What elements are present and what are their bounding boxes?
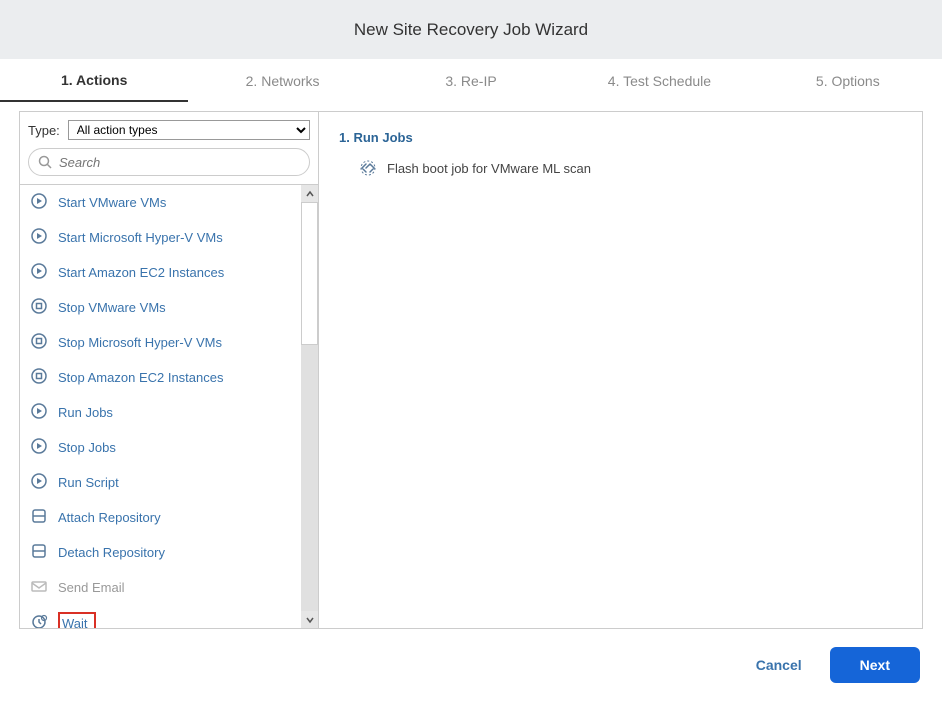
play-icon <box>30 437 48 458</box>
stop-icon <box>30 332 48 353</box>
action-item-wait[interactable]: Wait <box>20 605 318 628</box>
search-wrap[interactable] <box>28 148 310 176</box>
action-label: Attach Repository <box>58 510 161 525</box>
action-label: Stop Microsoft Hyper-V VMs <box>58 335 222 350</box>
search-input[interactable] <box>59 155 301 170</box>
mail-icon <box>30 577 48 598</box>
tab-4[interactable]: 5. Options <box>754 61 942 101</box>
action-label: Stop Jobs <box>58 440 116 455</box>
action-item-start-microsoft-hyper-v-vms[interactable]: Start Microsoft Hyper-V VMs <box>20 220 318 255</box>
action-label: Detach Repository <box>58 545 165 560</box>
play-icon <box>30 262 48 283</box>
repo-icon <box>30 507 48 528</box>
stop-icon <box>30 367 48 388</box>
cancel-button[interactable]: Cancel <box>744 649 814 681</box>
action-label: Send Email <box>58 580 124 595</box>
job-icon <box>359 159 377 177</box>
action-label: Start Microsoft Hyper-V VMs <box>58 230 223 245</box>
scroll-down-arrow[interactable] <box>301 611 318 628</box>
section-title: 1. Run Jobs <box>339 130 902 145</box>
play-icon <box>30 402 48 423</box>
action-list-container: Start VMware VMs Start Microsoft Hyper-V … <box>20 185 318 628</box>
action-label: Run Jobs <box>58 405 113 420</box>
repo-icon <box>30 542 48 563</box>
action-item-run-jobs[interactable]: Run Jobs <box>20 395 318 430</box>
play-icon <box>30 192 48 213</box>
right-panel: 1. Run Jobs Flash boot job for VMware ML… <box>319 112 922 628</box>
play-icon <box>30 227 48 248</box>
action-item-stop-jobs[interactable]: Stop Jobs <box>20 430 318 465</box>
action-list: Start VMware VMs Start Microsoft Hyper-V … <box>20 185 318 628</box>
stop-icon <box>30 297 48 318</box>
next-button[interactable]: Next <box>830 647 920 683</box>
wait-icon <box>30 613 48 629</box>
wizard-header: New Site Recovery Job Wizard <box>0 0 942 59</box>
wizard-title: New Site Recovery Job Wizard <box>354 20 588 40</box>
footer: Cancel Next <box>0 629 942 701</box>
search-icon <box>37 154 53 170</box>
tab-2[interactable]: 3. Re-IP <box>377 61 565 101</box>
action-label: Stop Amazon EC2 Instances <box>58 370 223 385</box>
action-item-start-amazon-ec2-instances[interactable]: Start Amazon EC2 Instances <box>20 255 318 290</box>
tab-0[interactable]: 1. Actions <box>0 60 188 102</box>
action-item-detach-repository[interactable]: Detach Repository <box>20 535 318 570</box>
type-label: Type: <box>28 123 60 138</box>
action-item-stop-microsoft-hyper-v-vms[interactable]: Stop Microsoft Hyper-V VMs <box>20 325 318 360</box>
action-label: Run Script <box>58 475 119 490</box>
action-item-stop-amazon-ec2-instances[interactable]: Stop Amazon EC2 Instances <box>20 360 318 395</box>
play-icon <box>30 472 48 493</box>
action-item-send-email[interactable]: Send Email <box>20 570 318 605</box>
tab-1[interactable]: 2. Networks <box>188 61 376 101</box>
job-item: Flash boot job for VMware ML scan <box>339 159 902 177</box>
action-label: Start Amazon EC2 Instances <box>58 265 224 280</box>
tab-3[interactable]: 4. Test Schedule <box>565 61 753 101</box>
scroll-thumb[interactable] <box>301 202 318 345</box>
wizard-tabs: 1. Actions2. Networks3. Re-IP4. Test Sch… <box>0 59 942 104</box>
type-select[interactable]: All action types <box>68 120 310 140</box>
filter-bar: Type: All action types <box>20 112 318 185</box>
content-area: Type: All action types Start VMware VMsS… <box>19 111 923 629</box>
action-item-attach-repository[interactable]: Attach Repository <box>20 500 318 535</box>
action-item-run-script[interactable]: Run Script <box>20 465 318 500</box>
highlighted-action: Wait <box>58 612 96 628</box>
action-label: Start VMware VMs <box>58 195 166 210</box>
scrollbar[interactable] <box>301 185 318 628</box>
scroll-up-arrow[interactable] <box>301 185 318 202</box>
action-label: Wait <box>62 616 88 629</box>
type-filter-row: Type: All action types <box>28 120 310 140</box>
scroll-track[interactable] <box>301 202 318 611</box>
job-label: Flash boot job for VMware ML scan <box>387 161 591 176</box>
action-label: Stop VMware VMs <box>58 300 166 315</box>
action-item-start-vmware-vms[interactable]: Start VMware VMs <box>20 185 318 220</box>
left-panel: Type: All action types Start VMware VMsS… <box>20 112 319 628</box>
action-item-stop-vmware-vms[interactable]: Stop VMware VMs <box>20 290 318 325</box>
